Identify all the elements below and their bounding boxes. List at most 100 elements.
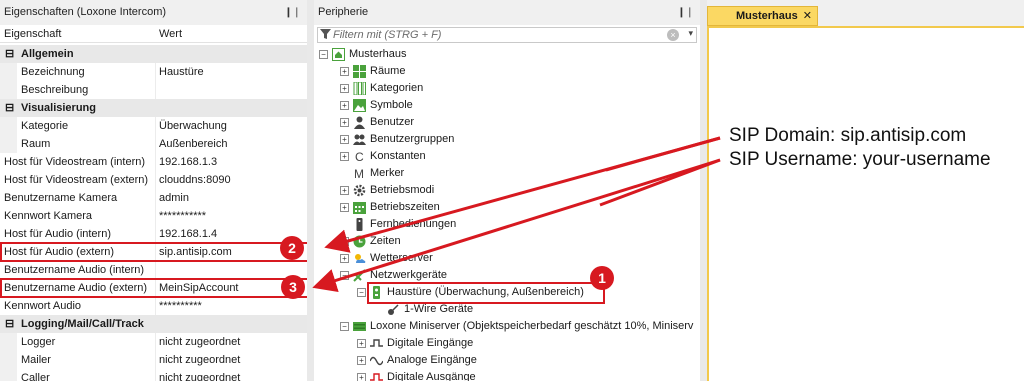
row-indent — [0, 117, 17, 135]
collapse-icon[interactable]: − — [340, 271, 349, 280]
property-key: Raum — [21, 138, 51, 150]
property-key: Host für Videostream (intern) — [4, 156, 146, 168]
property-category[interactable]: ⊟ Allgemein — [0, 45, 307, 63]
step-badge-3: 3 — [281, 275, 305, 299]
column-divider — [155, 135, 156, 153]
panel-splitter[interactable] — [307, 0, 314, 381]
grid-icon — [353, 65, 366, 78]
property-key: Benutzername Audio (intern) — [4, 264, 145, 276]
property-row[interactable]: Beschreibung — [0, 81, 307, 99]
column-divider — [155, 63, 156, 81]
users-icon — [353, 133, 366, 146]
expand-icon[interactable]: + — [357, 356, 366, 365]
column-divider — [155, 171, 156, 189]
category-label: Visualisierung — [21, 102, 96, 114]
property-key: Logger — [21, 336, 56, 348]
tree-node-label: Betriebszeiten — [370, 201, 440, 213]
calendar-icon — [353, 201, 366, 214]
property-value[interactable]: nicht zugeordnet — [159, 369, 240, 381]
property-key: Kennwort Kamera — [4, 210, 93, 222]
panel-splitter[interactable] — [700, 0, 707, 381]
property-category[interactable]: ⊟ Visualisierung — [0, 99, 307, 117]
property-value[interactable]: clouddns:8090 — [159, 171, 231, 189]
step-badge-2: 2 — [280, 236, 304, 260]
close-icon[interactable]: ✕ — [803, 7, 812, 25]
filter-box: × ▾ — [317, 27, 697, 43]
expand-icon[interactable]: + — [340, 254, 349, 263]
property-value[interactable]: nicht zugeordnet — [159, 333, 240, 351]
expand-icon[interactable]: + — [340, 118, 349, 127]
column-divider — [155, 297, 156, 315]
collapse-icon[interactable]: − — [319, 50, 328, 59]
collapse-icon[interactable]: ⊟ — [5, 315, 14, 333]
annotation-sip-domain: SIP Domain: sip.antisip.com — [729, 125, 967, 146]
properties-panel-title-text: Eigenschaften (Loxone Intercom) — [4, 6, 167, 18]
property-key: Beschreibung — [21, 84, 89, 96]
tab-musterhaus[interactable]: Musterhaus ✕ — [707, 6, 818, 26]
property-row[interactable]: Caller nicht zugeordnet — [0, 369, 307, 381]
property-row[interactable]: Mailer nicht zugeordnet — [0, 351, 307, 369]
collapse-icon[interactable]: − — [357, 288, 366, 297]
property-key: Benutzername Kamera — [4, 192, 118, 204]
property-key: Host für Audio (intern) — [4, 228, 111, 240]
property-row[interactable]: Logger nicht zugeordnet — [0, 333, 307, 351]
property-value[interactable]: ********** — [159, 297, 202, 315]
tree-node-label: Konstanten — [370, 150, 426, 162]
property-row[interactable]: Kennwort Audio ********** — [0, 297, 307, 315]
property-row[interactable]: Bezeichnung Haustüre — [0, 63, 307, 81]
property-row[interactable]: Benutzername Audio (intern) — [0, 261, 307, 279]
property-row[interactable]: Kategorie Überwachung — [0, 117, 307, 135]
property-value[interactable]: Überwachung — [159, 117, 227, 135]
expand-icon[interactable]: + — [340, 237, 349, 246]
property-row[interactable]: Kennwort Kamera *********** — [0, 207, 307, 225]
clear-filter-icon[interactable]: × — [667, 29, 679, 41]
tree-node-label: Symbole — [370, 99, 413, 111]
collapse-icon[interactable]: ⊟ — [5, 45, 14, 63]
property-value[interactable]: nicht zugeordnet — [159, 351, 240, 369]
pin-icon[interactable]: ❙❘ — [677, 0, 694, 25]
properties-panel-title: Eigenschaften (Loxone Intercom) ❙❘ — [0, 0, 307, 25]
property-row[interactable]: Host für Audio (intern) 192.168.1.4 — [0, 225, 307, 243]
category-label: Logging/Mail/Call/Track — [21, 318, 144, 330]
property-row[interactable]: Host für Videostream (extern) clouddns:80… — [0, 171, 307, 189]
collapse-icon[interactable]: ⊟ — [5, 99, 14, 117]
filter-dropdown-icon[interactable]: ▾ — [688, 28, 693, 39]
clock-icon — [353, 235, 366, 248]
property-value[interactable]: Außenbereich — [159, 135, 228, 153]
bars-icon — [353, 81, 366, 96]
expand-icon[interactable]: + — [340, 152, 349, 161]
expand-icon[interactable]: + — [340, 67, 349, 76]
expand-icon[interactable]: + — [357, 339, 366, 348]
property-row[interactable]: Benutzername Kamera admin — [0, 189, 307, 207]
expand-icon[interactable]: + — [340, 203, 349, 212]
expand-icon[interactable]: + — [340, 101, 349, 110]
tree-node-label: Loxone Miniserver (Objektspeicherbedarf … — [370, 320, 694, 332]
filter-input[interactable] — [333, 29, 653, 41]
tree-node-label: Benutzergruppen — [370, 133, 455, 145]
property-value[interactable]: 192.168.1.4 — [159, 225, 217, 243]
property-key: Host für Videostream (extern) — [4, 174, 149, 186]
property-key: Kategorie — [21, 120, 69, 132]
property-row[interactable]: Host für Videostream (intern) 192.168.1.3 — [0, 153, 307, 171]
property-value[interactable]: admin — [159, 189, 189, 207]
expand-icon[interactable]: + — [357, 373, 366, 381]
highlight-box-audio-host — [0, 242, 312, 262]
tree-node-label: Betriebsmodi — [370, 184, 435, 196]
property-category[interactable]: ⊟ Logging/Mail/Call/Track — [0, 315, 307, 333]
expand-icon[interactable]: + — [340, 84, 349, 93]
property-row[interactable]: Raum Außenbereich — [0, 135, 307, 153]
header-property[interactable]: Eigenschaft — [4, 28, 61, 40]
tree-node-label: Zeiten — [370, 235, 401, 247]
collapse-icon[interactable]: − — [340, 322, 349, 331]
property-value[interactable]: *********** — [159, 207, 206, 225]
pin-icon[interactable]: ❙❘ — [284, 0, 301, 25]
header-value[interactable]: Wert — [159, 28, 182, 40]
property-value[interactable]: Haustüre — [159, 63, 204, 81]
expand-icon[interactable]: + — [340, 135, 349, 144]
document-canvas[interactable] — [707, 26, 1024, 381]
svg-text:C: C — [355, 150, 364, 163]
column-divider — [155, 189, 156, 207]
picture-icon — [353, 99, 366, 112]
expand-icon[interactable]: + — [340, 186, 349, 195]
property-value[interactable]: 192.168.1.3 — [159, 153, 217, 171]
